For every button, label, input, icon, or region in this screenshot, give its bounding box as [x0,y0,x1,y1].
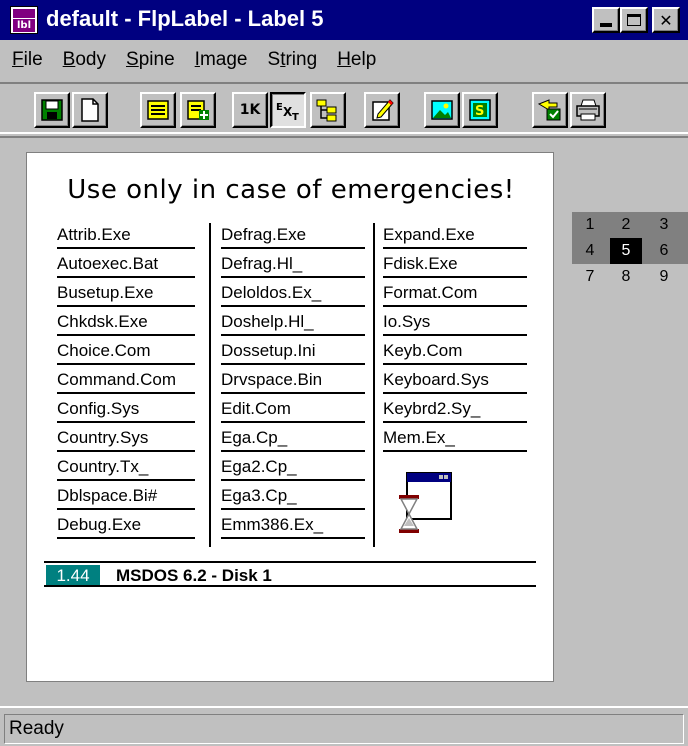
file-entry[interactable]: Debug.Exe [57,515,195,539]
maximize-button[interactable] [620,7,648,33]
column-divider [209,223,211,547]
file-entry[interactable]: Busetup.Exe [57,283,195,307]
edit-button[interactable] [364,92,400,128]
grid-cell[interactable]: 4 [574,238,606,264]
label-title[interactable]: Use only in case of emergencies! [27,175,555,205]
file-entry[interactable]: Country.Sys [57,428,195,452]
file-entry[interactable]: Expand.Exe [383,225,527,249]
menu-body[interactable]: Body [53,49,116,71]
file-entry[interactable]: Ega2.Cp_ [221,457,365,481]
hourglass-window-icon [399,472,452,533]
menu-bar: File Body Spine Image String Help [0,40,688,80]
title-bar[interactable]: lbl default - FlpLabel - Label 5 ✕ [0,0,688,40]
file-entry[interactable]: Drvspace.Bin [221,370,365,394]
grid-cell[interactable]: 9 [648,264,680,290]
save-button[interactable] [34,92,70,128]
pencil-edit-icon [372,99,394,121]
grid-cell-selected[interactable]: 5 [610,238,642,264]
extension-button[interactable]: E X T [270,92,306,128]
disk-title[interactable]: MSDOS 6.2 - Disk 1 [116,565,272,587]
string-icon: S [469,99,491,121]
file-entry[interactable]: Ega3.Cp_ [221,486,365,510]
status-text: Ready [4,714,684,744]
minimize-icon [600,23,612,27]
file-entry[interactable]: Choice.Com [57,341,195,365]
file-entry[interactable]: Keybrd2.Sy_ [383,399,527,423]
string-button[interactable]: S [462,92,498,128]
picture-icon [431,100,453,120]
label-position-grid: 1 2 3 4 5 6 7 8 9 [572,212,688,296]
file-entry[interactable]: Chkdsk.Exe [57,312,195,336]
file-entry[interactable]: Config.Sys [57,399,195,423]
file-entry[interactable]: Attrib.Exe [57,225,195,249]
file-entry[interactable]: Defrag.Hl_ [221,254,365,278]
1k-icon: 1K [239,102,261,118]
maximize-icon [627,14,641,26]
grid-cell[interactable]: 8 [610,264,642,290]
svg-text:S: S [475,104,484,119]
status-bar: Ready [0,706,688,746]
file-entry[interactable]: Emm386.Ex_ [221,515,365,539]
close-icon: ✕ [659,10,673,30]
minimize-button[interactable] [592,7,620,33]
file-entry[interactable]: Deloldos.Ex_ [221,283,365,307]
file-entry[interactable]: Edit.Com [221,399,365,423]
column-divider [373,223,375,547]
file-entry[interactable]: Autoexec.Bat [57,254,195,278]
menu-string[interactable]: String [258,49,328,71]
svg-text:E: E [276,102,283,113]
file-entry[interactable]: Format.Com [383,283,527,307]
file-entry[interactable]: Dossetup.Ini [221,341,365,365]
disk-info-top-rule [44,561,536,563]
grid-cell[interactable]: 7 [574,264,606,290]
grid-cell[interactable]: 6 [648,238,680,264]
export-arrow-icon [537,99,561,121]
add-list-icon [187,100,209,120]
file-entry[interactable]: Ega.Cp_ [221,428,365,452]
add-files-button[interactable] [180,92,216,128]
close-button[interactable]: ✕ [652,7,680,33]
grid-cell[interactable]: 3 [648,212,680,238]
file-entry[interactable]: Dblspace.Bi# [57,486,195,510]
disk-size-badge[interactable]: 1.44 [46,565,100,587]
file-entry[interactable]: Fdisk.Exe [383,254,527,278]
file-entry[interactable]: Command.Com [57,370,195,394]
grid-cell[interactable]: 1 [574,212,606,238]
menu-spine[interactable]: Spine [116,49,185,71]
label-preview[interactable]: Use only in case of emergencies! Attrib.… [26,152,554,682]
picture-button[interactable] [424,92,460,128]
toolbar: 1K E X T S [0,82,688,134]
tree-button[interactable] [310,92,346,128]
menu-image[interactable]: Image [185,49,258,71]
export-button[interactable] [532,92,568,128]
file-entry[interactable]: Keyboard.Sys [383,370,527,394]
file-entry[interactable]: Doshelp.Hl_ [221,312,365,336]
file-entry[interactable]: Defrag.Exe [221,225,365,249]
printer-icon [576,99,600,121]
window-title: default - FlpLabel - Label 5 [46,6,324,31]
tree-icon [316,99,337,122]
print-button[interactable] [570,92,606,128]
file-entry[interactable]: Country.Tx_ [57,457,195,481]
file-list-icon [147,100,169,120]
app-icon-label: lbl [13,19,35,32]
list-button[interactable] [140,92,176,128]
extension-icon: E X T [276,102,299,122]
file-entry[interactable]: Mem.Ex_ [383,428,527,452]
floppy-save-icon [41,99,63,121]
disk-info-bottom-rule [44,585,536,587]
file-entry[interactable]: Keyb.Com [383,341,527,365]
grid-cell[interactable]: 2 [610,212,642,238]
file-entry[interactable]: Io.Sys [383,312,527,336]
app-icon[interactable]: lbl [10,6,38,34]
new-document-icon [81,98,99,122]
menu-file[interactable]: File [0,49,53,71]
1k-button[interactable]: 1K [232,92,268,128]
svg-text:T: T [292,112,299,122]
new-button[interactable] [72,92,108,128]
menu-help[interactable]: Help [327,49,386,71]
